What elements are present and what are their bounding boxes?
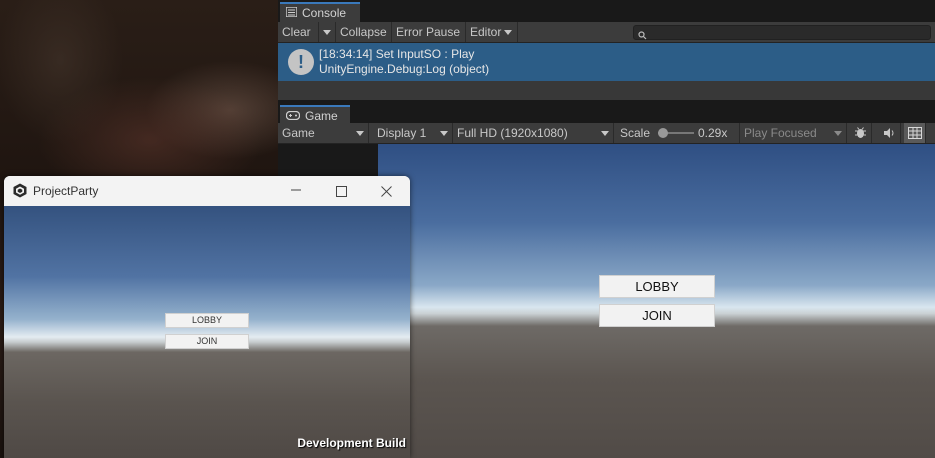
console-search-input[interactable] [633,25,931,40]
player-window-title: ProjectParty [33,184,99,198]
mute-audio-button[interactable] [879,123,901,143]
play-mode-label: Play Focused [744,126,817,140]
development-build-watermark: Development Build [297,436,406,450]
dropdown-arrow-icon [601,131,609,136]
dropdown-arrow-icon [834,131,842,136]
dropdown-arrow-icon [440,131,448,136]
game-toolbar: Game Display 1 Full HD (1920x1080) Scale… [278,123,935,144]
display-dropdown[interactable]: Display 1 [369,123,453,143]
console-tab-bar: Console [278,0,935,22]
console-detail-area [278,81,935,100]
stats-icon [908,127,922,142]
bug-icon [854,127,867,142]
close-icon[interactable] [381,184,392,202]
tab-console-label: Console [302,6,347,20]
display-label: Display 1 [377,126,427,140]
lobby-button[interactable]: LOBBY [599,275,715,298]
scale-slider-handle[interactable] [658,128,668,138]
resolution-dropdown[interactable]: Full HD (1920x1080) [453,123,614,143]
scale-control: Scale 0.29x [616,123,740,143]
player-join-button[interactable]: JOIN [165,334,249,349]
dropdown-arrow-icon [323,30,331,36]
unity-logo-icon [13,183,27,203]
scale-label: Scale [620,126,651,140]
collapse-button[interactable]: Collapse [336,22,392,42]
info-icon: ! [288,49,314,75]
join-button[interactable]: JOIN [599,304,715,327]
log-source: UnityEngine.Debug:Log (object) [319,62,490,76]
clear-label: Clear [282,25,311,39]
error-pause-button[interactable]: Error Pause [392,22,466,42]
dropdown-arrow-icon [504,30,513,36]
minimize-icon[interactable] [291,183,301,202]
console-toolbar: Clear Collapse Error Pause Editor [278,22,935,43]
player-lobby-button[interactable]: LOBBY [165,313,249,328]
log-entry[interactable]: ! [18:34:14] Set InputSO : Play UnityEng… [278,43,935,81]
clear-button[interactable]: Clear [278,22,336,42]
editor-dropdown-label: Editor [470,25,502,39]
view-mode-label: Game [282,126,315,140]
tab-console[interactable]: Console [280,2,360,22]
dropdown-arrow-icon [356,131,364,136]
clear-options-dropdown[interactable] [318,22,337,42]
game-view[interactable]: LOBBY JOIN [378,144,935,458]
player-window: ProjectParty LOBBY JOIN Development Buil… [4,176,410,458]
log-message: [18:34:14] Set InputSO : Play [319,47,475,61]
tab-game[interactable]: Game [280,105,350,125]
console-tab-icon [285,3,298,23]
editor-dropdown[interactable]: Editor [466,22,518,42]
play-mode-dropdown[interactable]: Play Focused [740,123,847,143]
stats-button[interactable] [904,123,926,143]
game-tab-bar: Game [278,103,935,125]
view-mode-dropdown[interactable]: Game [278,123,369,143]
scale-value: 0.29x [698,126,728,140]
resolution-label: Full HD (1920x1080) [457,126,568,140]
debug-button[interactable] [850,123,872,143]
audio-icon [883,128,896,142]
maximize-icon[interactable] [336,184,347,202]
player-game-view[interactable]: LOBBY JOIN Development Build [4,206,410,458]
player-title-bar[interactable]: ProjectParty [4,176,410,206]
